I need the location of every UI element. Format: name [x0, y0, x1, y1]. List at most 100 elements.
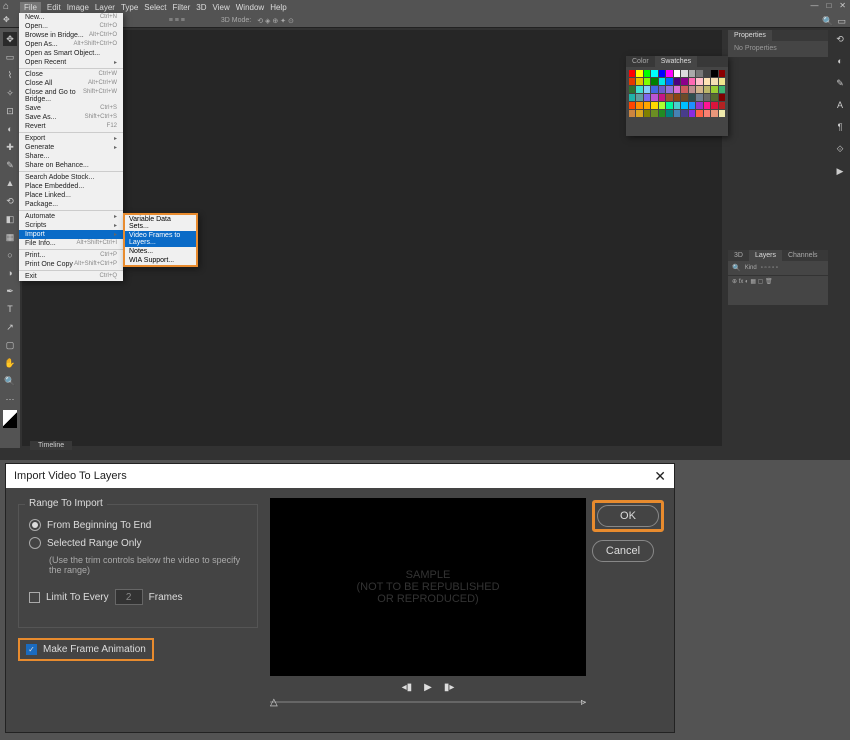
file-menu-item[interactable]: Close AllAlt+Ctrl+W — [19, 79, 123, 88]
swatch[interactable] — [674, 102, 680, 109]
import-submenu-item[interactable]: WIA Support... — [125, 256, 196, 265]
panel-icon-adjust[interactable]: ◐ — [833, 56, 847, 70]
import-submenu-item[interactable]: Notes... — [125, 247, 196, 256]
file-menu-item[interactable]: Open as Smart Object... — [19, 49, 123, 58]
swatch[interactable] — [666, 94, 672, 101]
swatch[interactable] — [711, 110, 717, 117]
tool-shape[interactable]: ▢ — [3, 338, 17, 352]
swatch[interactable] — [659, 102, 665, 109]
swatch[interactable] — [711, 86, 717, 93]
ok-button[interactable]: OK — [597, 505, 659, 527]
file-menu-item[interactable]: File Info...Alt+Shift+Ctrl+I — [19, 239, 123, 248]
file-menu-item[interactable]: RevertF12 — [19, 122, 123, 131]
file-menu-item[interactable]: CloseCtrl+W — [19, 70, 123, 79]
menu-file[interactable]: File — [20, 2, 41, 13]
swatch[interactable] — [719, 102, 725, 109]
file-menu-item[interactable]: New...Ctrl+N — [19, 13, 123, 22]
tool-marquee[interactable]: ▭ — [3, 50, 17, 64]
tool-history[interactable]: ⟲ — [3, 194, 17, 208]
import-submenu-item[interactable]: Video Frames to Layers... — [125, 231, 196, 247]
swatch[interactable] — [681, 70, 687, 77]
tab-layers[interactable]: Layers — [749, 250, 782, 261]
align-icons[interactable]: ≡ ≡ ≡ — [169, 17, 185, 24]
panel-icon-actions[interactable]: ▶ — [833, 166, 847, 180]
tool-stamp[interactable]: ▲ — [3, 176, 17, 190]
swatch[interactable] — [651, 70, 657, 77]
layer-bottom-icons[interactable]: ⊕ fx ◐ ▦ ▢ 🗑 — [732, 278, 773, 285]
swatch[interactable] — [719, 70, 725, 77]
menu-edit[interactable]: Edit — [47, 3, 61, 12]
swatch[interactable] — [651, 102, 657, 109]
move-tool-icon[interactable]: ✥ — [3, 15, 10, 24]
swatch[interactable] — [666, 78, 672, 85]
mode-3d-icons[interactable]: ⟲ ◈ ⊕ ✦ ⊙ — [257, 17, 294, 25]
file-menu-item[interactable]: SaveCtrl+S — [19, 104, 123, 113]
maximize-icon[interactable]: □ — [826, 1, 831, 10]
minimize-icon[interactable]: — — [810, 1, 818, 10]
dialog-close-icon[interactable]: ✕ — [654, 468, 666, 485]
menu-image[interactable]: Image — [67, 3, 89, 12]
file-menu-item[interactable]: Open Recent▸ — [19, 58, 123, 67]
tool-crop[interactable]: ⊡ — [3, 104, 17, 118]
swatch[interactable] — [719, 110, 725, 117]
swatch[interactable] — [681, 86, 687, 93]
swatch[interactable] — [644, 70, 650, 77]
file-menu-item[interactable]: Export▸ — [19, 134, 123, 143]
tool-zoom[interactable]: 🔍 — [3, 374, 17, 388]
swatch[interactable] — [681, 78, 687, 85]
file-menu-item[interactable]: Browse in Bridge...Alt+Ctrl+O — [19, 31, 123, 40]
tool-heal[interactable]: ✚ — [3, 140, 17, 154]
swatch[interactable] — [651, 110, 657, 117]
tool-move[interactable]: ✥ — [3, 32, 17, 46]
swatch[interactable] — [696, 110, 702, 117]
radio-from-beginning[interactable] — [29, 519, 41, 531]
file-menu-item[interactable]: Print One CopyAlt+Shift+Ctrl+P — [19, 260, 123, 269]
tab-color[interactable]: Color — [626, 56, 655, 67]
swatch[interactable] — [674, 70, 680, 77]
check-limit-every[interactable] — [29, 592, 40, 603]
swatch[interactable] — [636, 78, 642, 85]
panel-icon-brush[interactable]: ✎ — [833, 78, 847, 92]
swatch[interactable] — [629, 94, 635, 101]
swatch[interactable] — [629, 110, 635, 117]
trim-bar[interactable]: △ ▹ — [270, 697, 586, 707]
layer-filter-kind[interactable]: Kind — [745, 265, 757, 271]
swatch[interactable] — [674, 110, 680, 117]
tool-dodge[interactable]: ◑ — [3, 266, 17, 280]
radio-selected-range[interactable] — [29, 537, 41, 549]
file-menu-item[interactable]: ExitCtrl+Q — [19, 272, 123, 281]
panel-icon-styles[interactable]: ⟐ — [833, 144, 847, 158]
swatch[interactable] — [704, 70, 710, 77]
swatch[interactable] — [681, 94, 687, 101]
swatch[interactable] — [651, 78, 657, 85]
swatch[interactable] — [719, 86, 725, 93]
swatch[interactable] — [689, 110, 695, 117]
swatch[interactable] — [629, 70, 635, 77]
swatch[interactable] — [689, 70, 695, 77]
swatch[interactable] — [636, 70, 642, 77]
swatch[interactable] — [659, 110, 665, 117]
swatch[interactable] — [644, 110, 650, 117]
tool-more[interactable]: ⋯ — [3, 392, 17, 406]
swatch[interactable] — [636, 110, 642, 117]
swatch[interactable] — [704, 86, 710, 93]
file-menu-item[interactable]: Open...Ctrl+O — [19, 22, 123, 31]
swatch[interactable] — [681, 110, 687, 117]
swatch[interactable] — [704, 102, 710, 109]
file-menu-item[interactable]: Share on Behance... — [19, 161, 123, 170]
file-menu-item[interactable]: Automate▸ — [19, 212, 123, 221]
tab-swatches[interactable]: Swatches — [655, 56, 697, 67]
file-menu-item[interactable]: Import▸ — [19, 230, 123, 239]
trim-end-handle[interactable]: ▹ — [581, 697, 586, 708]
tab-3d[interactable]: 3D — [728, 250, 749, 261]
file-menu-item[interactable]: Generate▸ — [19, 143, 123, 152]
prev-frame-icon[interactable]: ◂▮ — [402, 682, 413, 693]
file-menu-item[interactable]: Package... — [19, 200, 123, 209]
swatch[interactable] — [696, 78, 702, 85]
tool-pen[interactable]: ✒ — [3, 284, 17, 298]
swatch[interactable] — [696, 70, 702, 77]
timeline-tab[interactable]: Timeline — [30, 441, 72, 450]
swatch[interactable] — [666, 70, 672, 77]
swatch[interactable] — [629, 102, 635, 109]
menu-help[interactable]: Help — [270, 3, 286, 12]
